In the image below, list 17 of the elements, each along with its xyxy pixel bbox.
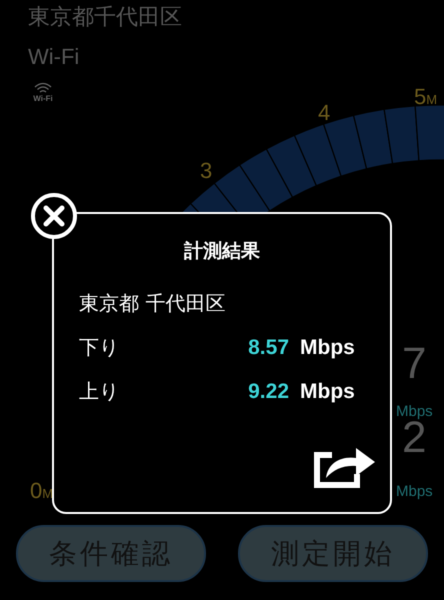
location-label: 東京都千代田区 (28, 3, 182, 31)
scale-label: 3 (200, 158, 212, 183)
unit-label: Mbps (300, 336, 355, 360)
direction-label: 上り (79, 378, 120, 405)
scale-label: 4 (318, 100, 330, 125)
result-location: 東京都 千代田区 (79, 290, 226, 317)
speed-value: 8.57 (247, 336, 289, 360)
dialog-title: 計測結果 (182, 239, 261, 264)
unit-label: Mbps (300, 380, 355, 404)
scale-label: 0M (30, 478, 54, 503)
scale-label: 5M (414, 84, 438, 109)
network-label: Wi-Fi (28, 43, 80, 71)
close-icon[interactable] (30, 192, 78, 240)
direction-label: 下り (79, 334, 120, 361)
speed-value: 9.22 (247, 380, 289, 404)
speed-reading: 7 (402, 339, 426, 388)
unit-label: Mbps (396, 483, 433, 500)
